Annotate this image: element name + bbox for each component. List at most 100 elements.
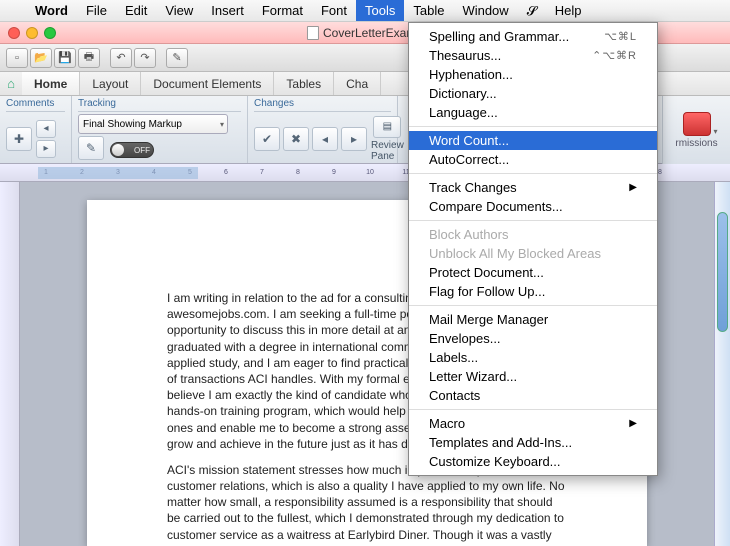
menu-item-thesaurus[interactable]: Thesaurus... ⌃⌥⌘R xyxy=(409,46,657,65)
menu-item-word-count[interactable]: Word Count... xyxy=(409,131,657,150)
menu-item-label: Labels... xyxy=(429,350,478,365)
menu-item-track-changes[interactable]: Track Changes ▶ xyxy=(409,178,657,197)
menu-item-templates-and-add-ins[interactable]: Templates and Add-Ins... xyxy=(409,433,657,452)
menu-item-envelopes[interactable]: Envelopes... xyxy=(409,329,657,348)
ruler-tick: 6 xyxy=(208,169,244,176)
redo-button[interactable]: ↷ xyxy=(134,48,156,68)
undo-button[interactable]: ↶ xyxy=(110,48,132,68)
scrollbar-thumb[interactable] xyxy=(717,212,728,332)
menu-item-label: Contacts xyxy=(429,388,480,403)
menu-item-hyphenation[interactable]: Hyphenation... xyxy=(409,65,657,84)
script-icon[interactable]: 𝓢 xyxy=(518,3,546,19)
ruler-tick: 9 xyxy=(316,169,352,176)
reject-change-button[interactable]: ✖ xyxy=(283,127,309,151)
menu-item-label: Flag for Follow Up... xyxy=(429,284,545,299)
menu-item-language[interactable]: Language... xyxy=(409,103,657,122)
group-tracking: Tracking Final Showing Markup ✎ OFF xyxy=(72,96,248,163)
new-comment-button[interactable]: ✚ xyxy=(6,127,32,151)
menu-item-label: Spelling and Grammar... xyxy=(429,29,569,44)
menu-window[interactable]: Window xyxy=(453,0,517,21)
tab-layout[interactable]: Layout xyxy=(80,72,141,95)
tab-charts[interactable]: Cha xyxy=(334,72,381,95)
menu-separator xyxy=(409,305,657,306)
menu-item-compare-documents[interactable]: Compare Documents... xyxy=(409,197,657,216)
new-doc-button[interactable]: ▫ xyxy=(6,48,28,68)
menu-item-autocorrect[interactable]: AutoCorrect... xyxy=(409,150,657,169)
menu-table[interactable]: Table xyxy=(404,0,453,21)
menu-item-labels[interactable]: Labels... xyxy=(409,348,657,367)
next-comment-button[interactable]: ▸ xyxy=(36,140,56,158)
ruler-margin-indicator xyxy=(38,167,198,179)
menu-item-label: Compare Documents... xyxy=(429,199,563,214)
menu-item-flag-for-follow-up[interactable]: Flag for Follow Up... xyxy=(409,282,657,301)
window-title: CoverLetterExamp xyxy=(307,26,423,40)
menu-item-dictionary[interactable]: Dictionary... xyxy=(409,84,657,103)
tracking-display-dropdown[interactable]: Final Showing Markup xyxy=(78,114,228,134)
print-button[interactable]: 🖶 xyxy=(78,48,100,68)
menu-item-protect-document[interactable]: Protect Document... xyxy=(409,263,657,282)
group-changes-label: Changes xyxy=(254,98,391,112)
menu-shortcut: ⌃⌥⌘R xyxy=(592,49,637,62)
minimize-window-button[interactable] xyxy=(26,27,38,39)
home-icon[interactable]: ⌂ xyxy=(0,72,22,95)
menu-item-label: Hyphenation... xyxy=(429,67,513,82)
menu-item-label: Macro xyxy=(429,416,465,431)
accept-change-button[interactable]: ✔ xyxy=(254,127,280,151)
group-comments-label: Comments xyxy=(6,98,65,112)
vertical-ruler[interactable] xyxy=(0,182,20,546)
menu-item-spelling-and-grammar[interactable]: Spelling and Grammar...⌥⌘L xyxy=(409,27,657,46)
menu-item-contacts[interactable]: Contacts xyxy=(409,386,657,405)
menu-word[interactable]: Word xyxy=(26,0,77,21)
menu-item-label: Word Count... xyxy=(429,133,509,148)
menu-item-letter-wizard[interactable]: Letter Wizard... xyxy=(409,367,657,386)
document-icon xyxy=(307,26,319,40)
menu-item-customize-keyboard[interactable]: Customize Keyboard... xyxy=(409,452,657,471)
menu-item-label: Track Changes xyxy=(429,180,517,195)
menu-format[interactable]: Format xyxy=(253,0,312,21)
next-change-button[interactable]: ▸ xyxy=(341,127,367,151)
ruler-tick: 7 xyxy=(244,169,280,176)
tools-menu: Spelling and Grammar...⌥⌘L Thesaurus... ⌃⌥… xyxy=(408,22,658,476)
menu-edit[interactable]: Edit xyxy=(116,0,156,21)
menu-view[interactable]: View xyxy=(156,0,202,21)
close-window-button[interactable] xyxy=(8,27,20,39)
submenu-arrow-icon: ▶ xyxy=(629,182,637,193)
menu-item-label: Letter Wizard... xyxy=(429,369,517,384)
open-button[interactable]: 📂 xyxy=(30,48,52,68)
menu-item-label: Thesaurus... xyxy=(429,48,501,63)
menu-item-label: Envelopes... xyxy=(429,331,501,346)
vertical-scrollbar[interactable] xyxy=(714,182,730,546)
menu-item-label: Mail Merge Manager xyxy=(429,312,548,327)
save-button[interactable]: 💾 xyxy=(54,48,76,68)
format-brush-button[interactable]: ✎ xyxy=(166,48,188,68)
tab-tables[interactable]: Tables xyxy=(274,72,334,95)
ruler-tick: 10 xyxy=(352,169,388,176)
menu-file[interactable]: File xyxy=(77,0,116,21)
group-tracking-label: Tracking xyxy=(78,98,241,112)
menu-item-label: Dictionary... xyxy=(429,86,497,101)
menu-item-label: Unblock All My Blocked Areas xyxy=(429,246,601,261)
menu-item-mail-merge-manager[interactable]: Mail Merge Manager xyxy=(409,310,657,329)
menu-item-macro[interactable]: Macro ▶ xyxy=(409,414,657,433)
menu-item-label: AutoCorrect... xyxy=(429,152,509,167)
prev-comment-button[interactable]: ◂ xyxy=(36,120,56,138)
menu-tools[interactable]: Tools xyxy=(356,0,404,21)
menu-help[interactable]: Help xyxy=(546,0,591,21)
zoom-window-button[interactable] xyxy=(44,27,56,39)
menu-item-label: Language... xyxy=(429,105,498,120)
menu-separator xyxy=(409,173,657,174)
tab-document-elements[interactable]: Document Elements xyxy=(141,72,274,95)
menu-separator xyxy=(409,126,657,127)
menu-separator xyxy=(409,220,657,221)
menu-font[interactable]: Font xyxy=(312,0,356,21)
menu-insert[interactable]: Insert xyxy=(202,0,253,21)
submenu-arrow-icon: ▶ xyxy=(629,418,637,429)
tab-home[interactable]: Home xyxy=(22,72,80,95)
permissions-icon[interactable] xyxy=(683,112,711,136)
prev-change-button[interactable]: ◂ xyxy=(312,127,338,151)
track-changes-toggle[interactable]: OFF xyxy=(110,142,154,158)
menu-item-unblock-all-my-blocked-areas: Unblock All My Blocked Areas xyxy=(409,244,657,263)
menu-item-block-authors: Block Authors xyxy=(409,225,657,244)
track-changes-button[interactable]: ✎ xyxy=(78,136,104,160)
menu-separator xyxy=(409,409,657,410)
